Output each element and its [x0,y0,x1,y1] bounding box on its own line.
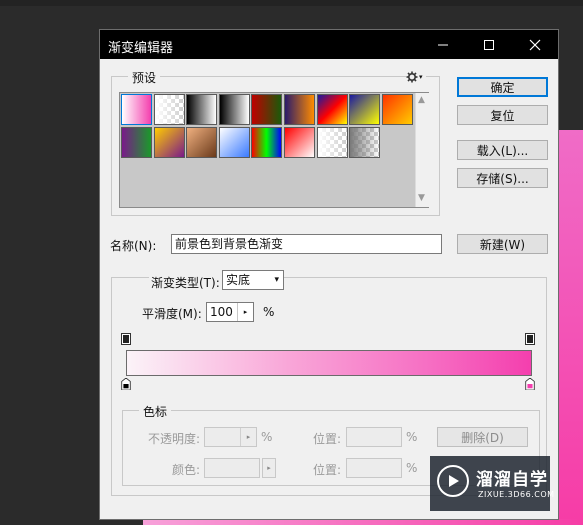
opacity-stop-left[interactable] [121,333,131,345]
scroll-up-icon[interactable]: ▲ [418,95,425,105]
color-label: 颜色: [172,463,201,477]
preset-swatch[interactable] [186,127,218,158]
preset-swatch[interactable] [153,127,185,158]
color-position-unit: % [406,461,418,475]
gradient-editor-dialog: 渐变编辑器 预设 ▾ ▲ ▼ 确定 复位 载入(L)... 存储(S)... 名… [99,29,559,520]
watermark-overlay: 溜溜自学 ZIXUE.3D66.COM [430,456,554,511]
minimize-button[interactable] [420,30,466,59]
scroll-down-icon[interactable]: ▼ [418,193,425,203]
smoothness-label: 平滑度(M): [142,307,202,321]
watermark-logo-icon [437,465,469,497]
gear-icon [406,71,418,83]
preset-swatch[interactable] [316,94,348,125]
save-button[interactable]: 存储(S)... [457,168,548,188]
name-field[interactable]: 前景色到背景色渐变 [171,234,442,254]
preset-swatch[interactable] [316,127,348,158]
color-position-input[interactable] [346,458,402,478]
color-stop-right[interactable] [525,378,535,390]
smoothness-unit: % [263,305,275,319]
opacity-stop-right[interactable] [525,333,535,345]
chevron-down-icon: ▾ [274,275,279,285]
preset-swatch[interactable] [251,127,283,158]
opacity-unit: % [261,430,273,444]
opacity-position-input[interactable] [346,427,402,447]
color-stops-legend: 色标 [139,403,172,420]
color-picker-arrow[interactable]: ▸ [262,458,276,478]
delete-button[interactable]: 删除(D) [437,427,528,447]
smoothness-stepper-icon[interactable]: ▸ [237,303,253,321]
title-bar[interactable]: 渐变编辑器 [100,30,558,59]
name-label: 名称(N): [110,239,157,253]
preset-swatch[interactable] [153,94,185,125]
smoothness-value: 100 [210,305,233,319]
gradient-type-label: 渐变类型(T): [149,274,222,291]
color-stop-left[interactable] [121,378,131,390]
reset-button[interactable]: 复位 [457,105,548,125]
opacity-position-unit: % [406,430,418,444]
color-swatch-field[interactable] [204,458,260,478]
opacity-stepper-icon[interactable]: ▸ [240,428,256,446]
gradient-preview-bar[interactable] [126,350,532,376]
preset-grid: ▲ ▼ [119,92,429,208]
smoothness-input[interactable]: 100 ▸ [206,302,254,322]
watermark-title: 溜溜自学 [476,470,548,490]
chevron-down-icon: ▾ [419,73,423,81]
maximize-button[interactable] [466,30,512,59]
gradient-type-value: 实底 [226,273,251,287]
preset-swatch[interactable] [121,127,152,158]
preset-swatch[interactable] [121,94,152,125]
load-button[interactable]: 载入(L)... [457,140,548,160]
close-icon [529,39,541,50]
gradient-type-select[interactable]: 实底 ▾ [222,270,284,290]
preset-swatch[interactable] [381,94,413,125]
preset-scrollbar[interactable]: ▲ ▼ [415,93,429,207]
opacity-label: 不透明度: [148,432,201,446]
new-button[interactable]: 新建(W) [457,234,548,254]
preset-swatch[interactable] [218,127,250,158]
maximize-icon [484,39,494,50]
top-strip [0,0,583,6]
preset-swatch[interactable] [218,94,250,125]
window-title: 渐变编辑器 [108,41,174,56]
opacity-input[interactable]: ▸ [204,427,257,447]
watermark-subtitle: ZIXUE.3D66.COM [478,490,555,499]
ok-button[interactable]: 确定 [457,77,548,97]
preset-options-button[interactable]: ▾ [406,70,426,84]
preset-swatch[interactable] [349,127,381,158]
preset-swatch[interactable] [284,127,315,158]
preset-swatch[interactable] [284,94,315,125]
preset-swatch[interactable] [349,94,381,125]
minimize-icon [438,44,448,45]
opacity-position-label: 位置: [313,432,342,446]
presets-legend: 预设 [128,69,161,86]
canvas-background-right [558,130,583,525]
preset-swatch[interactable] [186,94,218,125]
close-button[interactable] [512,30,558,59]
color-position-label: 位置: [313,463,342,477]
preset-swatch[interactable] [251,94,283,125]
